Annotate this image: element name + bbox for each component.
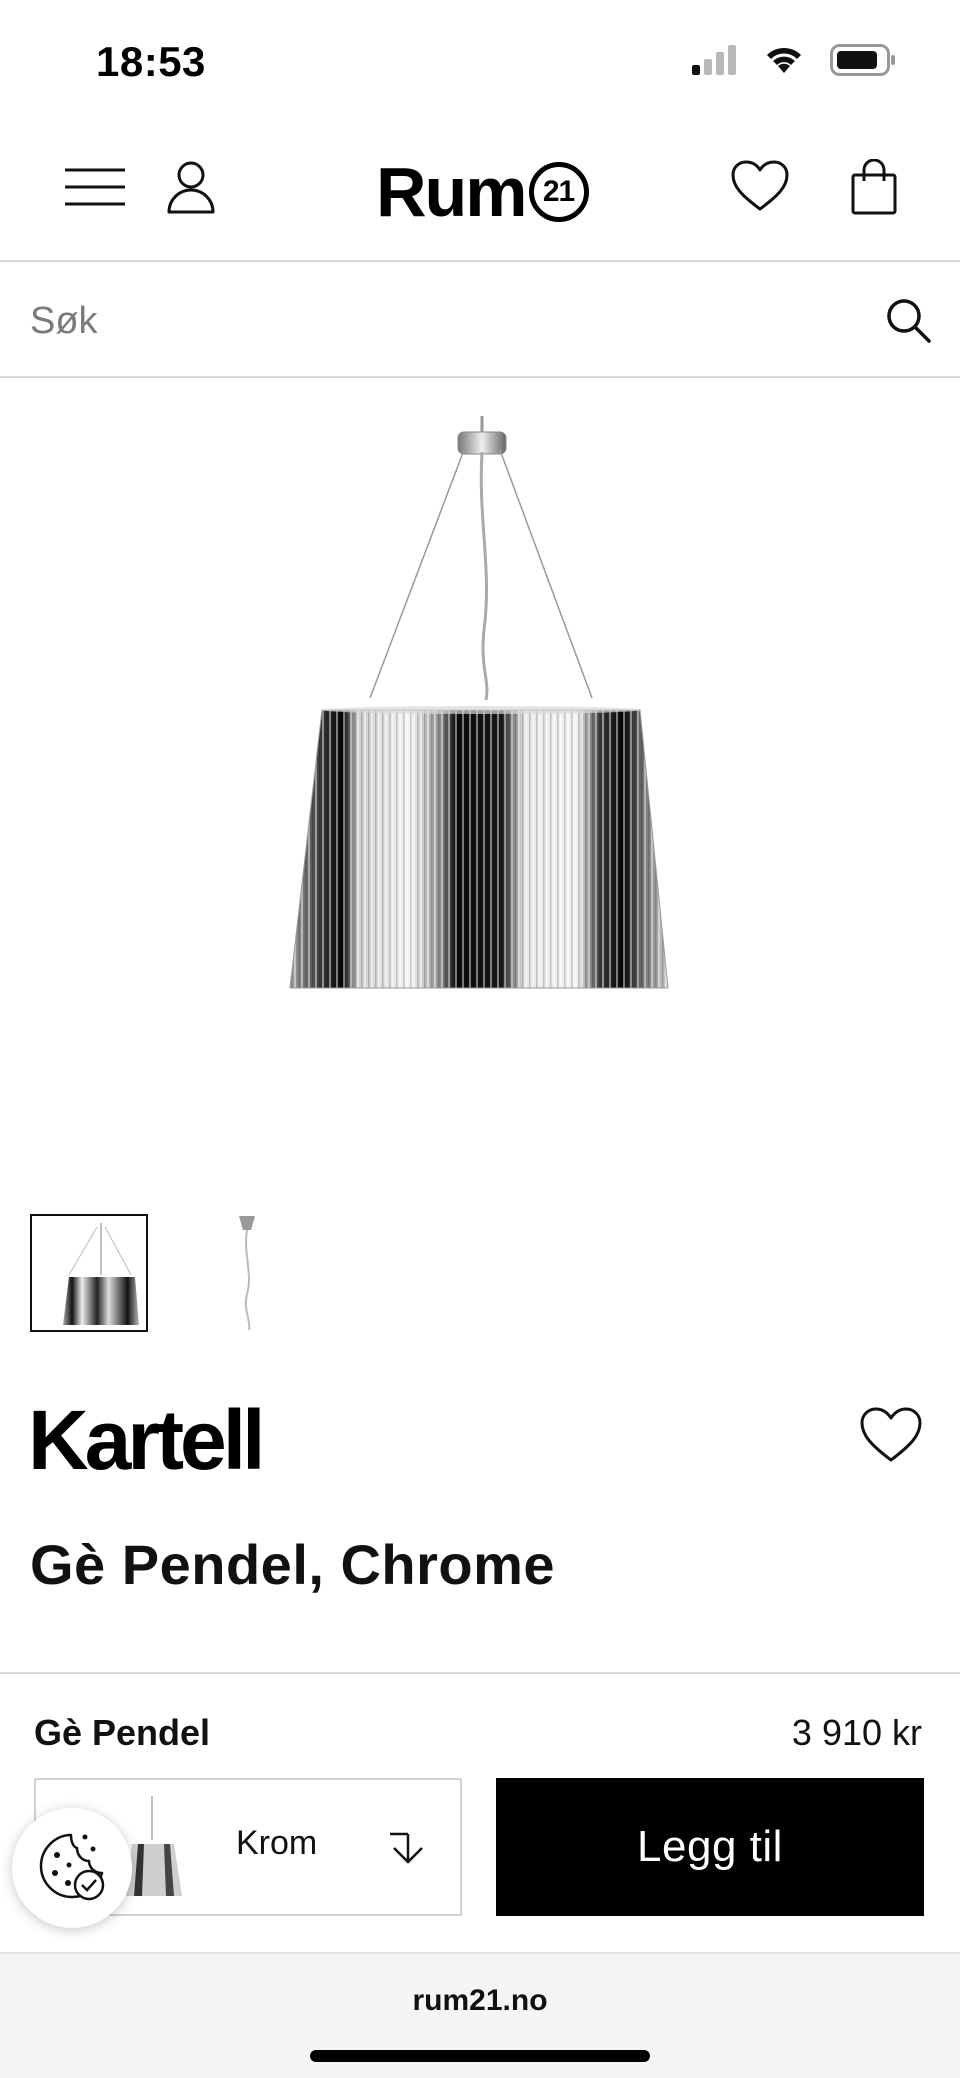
- cart-button[interactable]: [844, 156, 904, 222]
- add-to-cart-button[interactable]: Legg til: [496, 1778, 924, 1916]
- add-to-wishlist-button[interactable]: [858, 1404, 924, 1470]
- battery-icon: [830, 44, 896, 81]
- heart-icon: [860, 1407, 922, 1468]
- status-icons: [692, 44, 896, 81]
- wifi-icon: [764, 45, 804, 80]
- product-main-image[interactable]: [0, 380, 960, 1180]
- cookie-settings-button[interactable]: [12, 1808, 132, 1928]
- chevron-down-icon: [386, 1824, 430, 1868]
- variant-label: Krom: [236, 1824, 318, 1862]
- browser-url[interactable]: rum21.no: [0, 1984, 960, 2018]
- account-button[interactable]: [158, 156, 224, 222]
- cookie-icon: [35, 1829, 109, 1908]
- status-bar: 18:53: [0, 0, 960, 120]
- search-icon: [884, 296, 932, 349]
- search-bar: [0, 264, 960, 378]
- signal-icon: [692, 45, 738, 80]
- site-logo[interactable]: Rum 21: [376, 154, 589, 230]
- status-time: 18:53: [96, 38, 206, 85]
- browser-address-bar[interactable]: rum21.no: [0, 1952, 960, 2078]
- thumbnail-lamp-full[interactable]: [30, 1214, 148, 1332]
- search-input[interactable]: [30, 286, 850, 356]
- user-icon: [166, 160, 216, 219]
- brand-logo[interactable]: Kartell: [28, 1398, 265, 1482]
- product-price: 3 910 kr: [791, 1712, 922, 1753]
- menu-button[interactable]: [60, 158, 130, 220]
- search-button[interactable]: [880, 294, 936, 350]
- home-indicator[interactable]: [310, 2050, 650, 2062]
- hamburger-menu-icon: [65, 167, 125, 212]
- heart-icon: [731, 160, 789, 217]
- product-title: Gè Pendel, Chrome: [30, 1533, 556, 1596]
- sticky-buy-panel: Gè Pendel 3 910 kr Krom Legg til: [0, 1672, 960, 1952]
- thumbnail-lamp-cable[interactable]: [198, 1214, 316, 1332]
- logo-badge: 21: [528, 162, 589, 222]
- shopping-bag-icon: [851, 158, 897, 220]
- buy-panel-product-name: Gè Pendel: [34, 1712, 211, 1753]
- wishlist-button[interactable]: [728, 156, 792, 220]
- site-header: Rum 21: [0, 120, 960, 262]
- logo-text: Rum: [376, 153, 528, 231]
- thumbnail-strip: [30, 1214, 316, 1332]
